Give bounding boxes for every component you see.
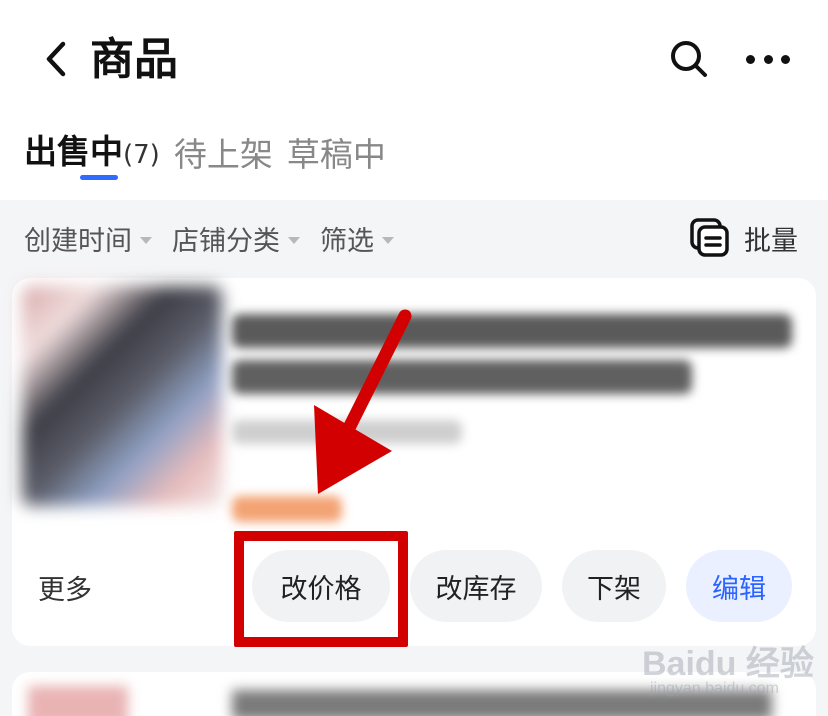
product-meta-blurred: [232, 420, 462, 444]
filter-bar: 创建时间 店铺分类 筛选 批量: [0, 200, 828, 276]
batch-list-icon: [690, 218, 729, 257]
filter-label: 店铺分类: [172, 225, 280, 257]
change-stock-button[interactable]: 改库存: [410, 550, 542, 622]
status-tabs: 出售中(7) 待上架 草稿中: [24, 120, 400, 180]
product-title-blurred: [232, 360, 692, 394]
active-tab-indicator: [80, 175, 118, 180]
caret-down-icon: [288, 236, 300, 244]
page-title: 商品: [90, 34, 178, 85]
product-price-blurred: [232, 496, 342, 522]
batch-button[interactable]: 批量: [690, 218, 798, 258]
filter-label: 筛选: [320, 225, 374, 257]
watermark-url: jingyan.baidu.com: [650, 680, 779, 697]
search-button[interactable]: [668, 38, 710, 80]
dot-icon: [746, 54, 755, 64]
filter-label: 创建时间: [24, 225, 132, 257]
product-card[interactable]: 更多 改价格 改库存 下架 编辑: [12, 278, 816, 646]
tab-drafts[interactable]: 草稿中: [287, 130, 386, 180]
tab-label: 草稿中: [286, 135, 386, 174]
filter-created-time[interactable]: 创建时间: [24, 219, 152, 258]
caret-down-icon: [140, 236, 152, 244]
tab-count: (7): [123, 140, 160, 170]
filter-shop-category[interactable]: 店铺分类: [172, 219, 300, 258]
tab-label: 出售中: [24, 132, 123, 171]
app-header: 商品 出售中(7) 待上架 草稿中: [0, 0, 828, 200]
caret-down-icon: [382, 236, 394, 244]
product-thumbnail[interactable]: [22, 286, 222, 506]
tab-on-sale[interactable]: 出售中(7): [24, 127, 160, 180]
edit-button[interactable]: 编辑: [686, 550, 792, 622]
baidu-watermark: Baidu 经验 jingyan.baidu.com: [642, 630, 822, 710]
dot-icon: [763, 54, 773, 64]
batch-label: 批量: [744, 225, 798, 257]
more-actions-link[interactable]: 更多: [38, 568, 92, 607]
filter-screen[interactable]: 筛选: [320, 219, 394, 258]
more-options-button[interactable]: [744, 38, 792, 80]
tab-pending-listing[interactable]: 待上架: [174, 130, 273, 180]
product-thumbnail[interactable]: [28, 686, 128, 716]
watermark-brand: Baidu 经验: [642, 645, 814, 683]
delist-button[interactable]: 下架: [562, 550, 666, 622]
product-title-blurred: [232, 314, 792, 348]
back-button[interactable]: [36, 36, 76, 82]
search-icon: [671, 41, 707, 77]
dot-icon: [781, 54, 790, 64]
tab-label: 待上架: [173, 135, 273, 174]
annotation-highlight-box: [234, 531, 408, 647]
chevron-left-icon: [46, 41, 66, 77]
